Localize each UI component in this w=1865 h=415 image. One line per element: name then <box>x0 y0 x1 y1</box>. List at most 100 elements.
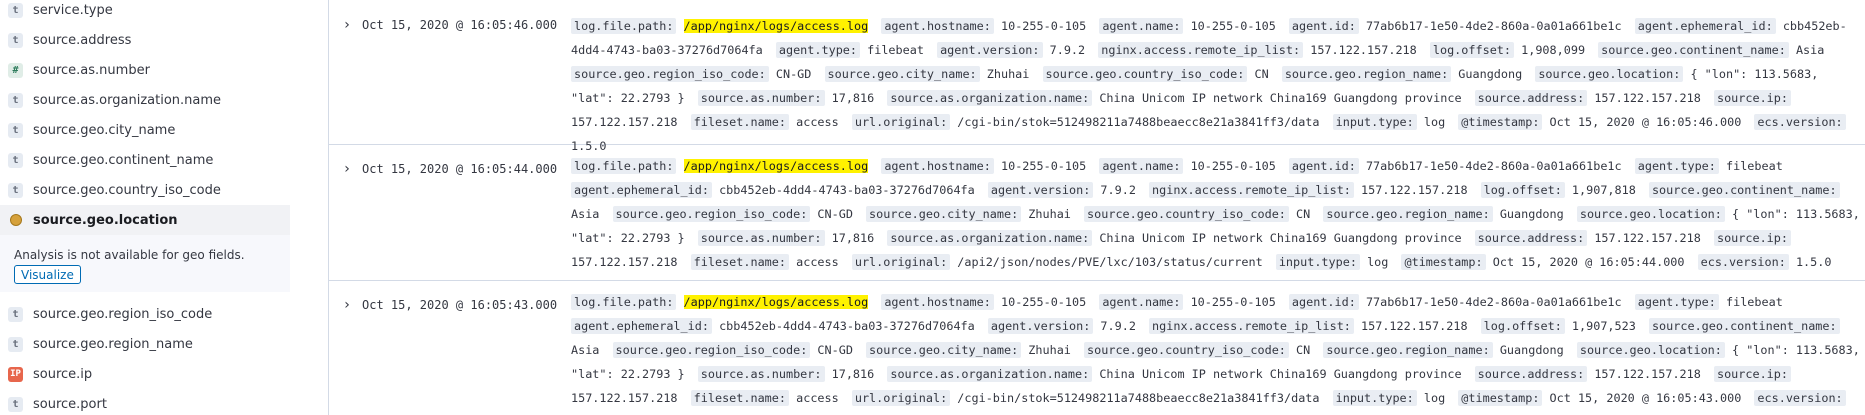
field-key: log.file.path: <box>571 294 677 310</box>
field-value: 1,907,523 <box>1571 319 1636 333</box>
document-table: › Oct 15, 2020 @ 16:05:46.000 log.file.p… <box>329 0 1865 415</box>
field-key: source.ip: <box>1713 366 1791 382</box>
field-value: 7.9.2 <box>1100 319 1136 333</box>
field-item-source-geo-region-iso-code[interactable]: t source.geo.region_iso_code <box>0 299 290 329</box>
field-value: 7.9.2 <box>1100 183 1136 197</box>
field-key: log.file.path: <box>571 158 677 174</box>
field-value: access <box>796 255 839 269</box>
field-key: source.ip: <box>1713 230 1791 246</box>
field-value: 77ab6b17-1e50-4de2-860a-0a01a661be1c <box>1365 295 1622 309</box>
field-value: 17,816 <box>831 231 875 245</box>
field-name: source.geo.region_iso_code <box>33 306 213 322</box>
field-item-source-as-number[interactable]: # source.as.number <box>0 55 290 85</box>
field-value: /cgi-bin/stok=512498211a7488beaecc8e21a3… <box>957 391 1320 405</box>
field-key: nginx.access.remote_ip_list: <box>1149 182 1354 198</box>
document-row: › Oct 15, 2020 @ 16:05:44.000 log.file.p… <box>329 144 1865 281</box>
field-value: Zhuhai <box>1028 207 1071 221</box>
field-key: input.type: <box>1275 254 1360 270</box>
field-value: 10-255-0-105 <box>1000 19 1087 33</box>
field-key: nginx.access.remote_ip_list: <box>1098 42 1304 58</box>
field-value: 10-255-0-105 <box>1190 19 1276 33</box>
field-value: Oct 15, 2020 @ 16:05:46.000 <box>1549 115 1742 129</box>
field-value: 157.122.157.218 <box>1594 231 1701 245</box>
string-type-icon: t <box>8 396 23 412</box>
field-item-source-as-organization-name[interactable]: t source.as.organization.name <box>0 85 290 115</box>
field-name: source.geo.city_name <box>33 122 176 138</box>
field-item-source-geo-location[interactable]: source.geo.location <box>0 205 290 235</box>
field-name: source.as.number <box>33 62 150 78</box>
field-value: 10-255-0-105 <box>1190 159 1276 173</box>
field-key: source.geo.country_iso_code: <box>1042 66 1248 82</box>
field-value: 10-255-0-105 <box>1000 295 1087 309</box>
field-key: @timestamp: <box>1401 254 1486 270</box>
field-item-source-geo-city-name[interactable]: t source.geo.city_name <box>0 115 290 145</box>
highlighted-field-value: /app/nginx/logs/access.log <box>683 295 869 309</box>
field-name: source.geo.location <box>33 212 178 228</box>
field-key: source.geo.region_iso_code: <box>612 206 811 222</box>
chevron-right-icon[interactable]: › <box>339 17 355 33</box>
field-key: agent.hostname: <box>881 294 994 310</box>
field-key: @timestamp: <box>1458 114 1543 130</box>
field-value: Zhuhai <box>986 67 1030 81</box>
string-type-icon: t <box>8 152 23 168</box>
field-value: Guangdong <box>1499 207 1564 221</box>
document-timestamp: Oct 15, 2020 @ 16:05:44.000 <box>362 162 558 176</box>
field-item-source-geo-country-iso-code[interactable]: t source.geo.country_iso_code <box>0 175 290 205</box>
field-key: @timestamp: <box>1458 390 1543 406</box>
field-key: agent.version: <box>987 318 1094 334</box>
field-value: cbb452eb-4dd4-4743-ba03-37276d7064fa <box>719 319 975 333</box>
document-source: log.file.path: /app/nginx/logs/access.lo… <box>571 14 1861 158</box>
field-key: agent.hostname: <box>881 18 994 34</box>
field-key: log.offset: <box>1480 318 1565 334</box>
field-key: ecs.version: <box>1697 254 1789 270</box>
field-key: source.geo.region_iso_code: <box>571 66 769 82</box>
field-key: source.geo.city_name: <box>824 66 980 82</box>
field-key: source.geo.continent_name: <box>1598 42 1789 58</box>
field-item-source-port[interactable]: t source.port <box>0 389 290 415</box>
field-key: agent.type: <box>775 42 861 58</box>
chevron-right-icon[interactable]: › <box>339 297 355 313</box>
string-type-icon: t <box>8 336 23 352</box>
field-name: source.address <box>33 32 132 48</box>
field-key: fileset.name: <box>690 114 789 130</box>
field-value: China Unicom IP network China169 Guangdo… <box>1099 367 1462 381</box>
visualize-button[interactable]: Visualize <box>14 265 81 284</box>
field-key: agent.name: <box>1099 294 1184 310</box>
field-item-service-type[interactable]: t service.type <box>0 0 290 25</box>
field-value: Oct 15, 2020 @ 16:05:44.000 <box>1492 255 1685 269</box>
field-value: filebeat <box>867 43 924 57</box>
string-type-icon: t <box>8 182 23 198</box>
highlighted-field-value: /app/nginx/logs/access.log <box>683 19 869 33</box>
string-type-icon: t <box>8 2 23 18</box>
field-value: filebeat <box>1726 159 1783 173</box>
field-item-source-geo-continent-name[interactable]: t source.geo.continent_name <box>0 145 290 175</box>
field-item-source-address[interactable]: t source.address <box>0 25 290 55</box>
field-value: 157.122.157.218 <box>1361 319 1468 333</box>
field-item-source-ip[interactable]: IP source.ip <box>0 359 290 389</box>
field-key: fileset.name: <box>690 390 789 406</box>
field-key: source.geo.city_name: <box>866 206 1022 222</box>
field-name: source.geo.region_name <box>33 336 193 352</box>
field-name: source.geo.country_iso_code <box>33 182 221 198</box>
field-value: filebeat <box>1726 295 1783 309</box>
field-value: CN-GD <box>775 67 812 81</box>
field-key: agent.version: <box>987 182 1094 198</box>
field-value: 157.122.157.218 <box>1594 367 1701 381</box>
field-key: source.geo.region_name: <box>1281 66 1452 82</box>
field-name: source.ip <box>33 366 93 382</box>
field-value: CN <box>1296 343 1311 357</box>
field-item-source-geo-region-name[interactable]: t source.geo.region_name <box>0 329 290 359</box>
chevron-right-icon[interactable]: › <box>339 161 355 177</box>
document-timestamp: Oct 15, 2020 @ 16:05:46.000 <box>362 18 558 32</box>
field-list-sidebar: t service.type t source.address # source… <box>0 0 329 415</box>
geo-analysis-message: Analysis is not available for geo fields… <box>14 248 245 262</box>
number-type-icon: # <box>8 62 23 78</box>
field-value: Asia <box>571 343 600 357</box>
field-key: agent.name: <box>1099 18 1184 34</box>
field-key: agent.id: <box>1288 158 1359 174</box>
field-key: source.as.number: <box>697 366 825 382</box>
field-value: CN <box>1254 67 1269 81</box>
field-name: service.type <box>33 2 113 18</box>
field-value: 157.122.157.218 <box>1361 183 1468 197</box>
field-key: source.geo.location: <box>1535 66 1684 82</box>
